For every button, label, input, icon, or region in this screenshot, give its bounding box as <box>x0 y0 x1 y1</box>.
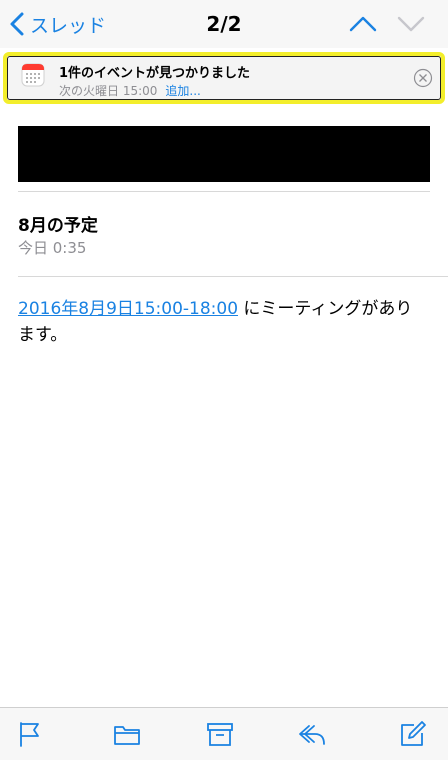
event-found-banner[interactable]: 1件のイベントが見つかりました 次の火曜日 15:00 追加... <box>3 52 445 104</box>
redacted-sender-block <box>18 126 430 182</box>
banner-subtitle: 次の火曜日 15:00 追加... <box>59 82 201 99</box>
reply-icon[interactable] <box>298 720 326 748</box>
header-divider <box>18 191 430 192</box>
message-date: 今日 0:35 <box>18 239 87 257</box>
close-icon[interactable] <box>413 68 433 88</box>
flag-icon[interactable] <box>16 720 44 748</box>
message-subject: 8月の予定 <box>18 216 98 236</box>
archive-icon[interactable] <box>206 720 234 748</box>
folder-icon[interactable] <box>113 720 141 748</box>
bottom-toolbar <box>0 707 448 760</box>
navigation-bar: スレッド 2/2 <box>0 0 448 48</box>
calendar-icon <box>21 63 45 87</box>
message-body: 2016年8月9日15:00-18:00 にミーティングがあります。 <box>18 296 428 348</box>
date-link[interactable]: 2016年8月9日15:00-18:00 <box>18 299 238 319</box>
subject-divider <box>18 276 448 277</box>
chevron-down-icon[interactable] <box>396 12 426 36</box>
event-time: 次の火曜日 15:00 <box>59 84 158 98</box>
add-event-link[interactable]: 追加... <box>165 84 200 98</box>
chevron-up-icon[interactable] <box>348 12 378 36</box>
message-counter: 2/2 <box>206 12 242 36</box>
compose-icon[interactable] <box>399 720 427 748</box>
banner-title: 1件のイベントが見つかりました <box>59 66 251 81</box>
